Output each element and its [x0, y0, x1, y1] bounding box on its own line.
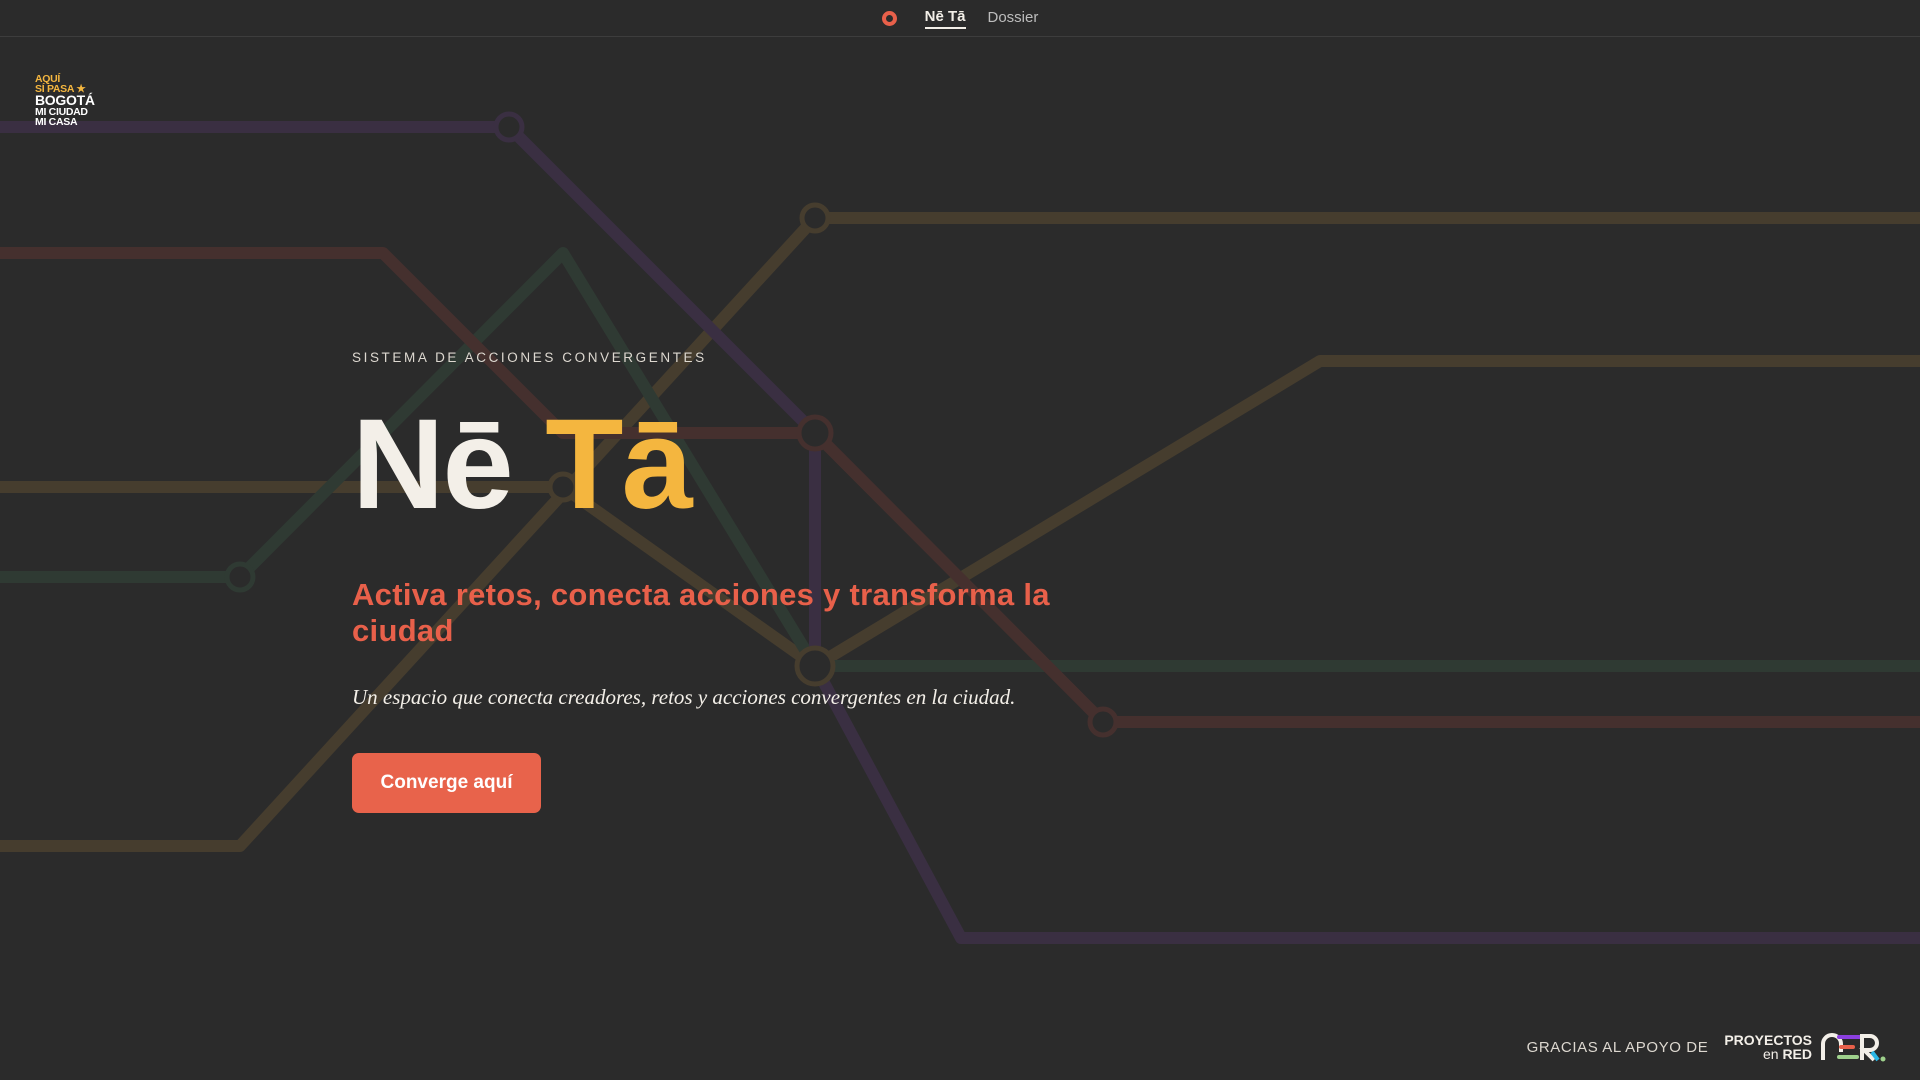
- partner-line-1: PROYECTOS: [1724, 1032, 1812, 1048]
- top-nav: Nē Tā Dossier: [0, 0, 1920, 37]
- thanks-label: GRACIAS AL APOYO DE: [1526, 1038, 1709, 1056]
- logo-text: MI CASA: [35, 116, 78, 128]
- description: Un espacio que conecta creadores, retos …: [352, 685, 1016, 709]
- per-mark-icon: [1821, 1033, 1886, 1062]
- station-node: [1087, 706, 1119, 738]
- nav-link-nete[interactable]: Nē Tā: [924, 8, 966, 29]
- station-node: [799, 202, 831, 234]
- brand-dot-icon[interactable]: [881, 10, 897, 26]
- converge-button[interactable]: Converge aquí: [352, 753, 541, 813]
- page-title: Nē Tā: [352, 401, 1072, 529]
- proyectos-en-red-logo[interactable]: PROYECTOS en RED: [1724, 1032, 1886, 1062]
- subtitle: Activa retos, conecta acciones y transfo…: [352, 577, 1050, 648]
- bogota-logo[interactable]: AQUÍ SÍ PASA ★ BOGOTÁ MI CIUDAD MI CASA: [35, 74, 95, 128]
- title-part-1: Nē: [352, 393, 514, 536]
- title-part-2: Tā: [545, 393, 692, 536]
- footer: GRACIAS AL APOYO DE PROYECTOS en RED: [1527, 1032, 1886, 1062]
- partner-line-2b: RED: [1782, 1046, 1812, 1062]
- partner-name: PROYECTOS en RED: [1724, 1033, 1812, 1061]
- station-node: [493, 111, 525, 143]
- nav-link-dossier[interactable]: Dossier: [988, 9, 1039, 28]
- hero-section: SISTEMA DE ACCIONES CONVERGENTES Nē Tā A…: [352, 350, 1072, 813]
- station-node: [224, 561, 256, 593]
- eyebrow: SISTEMA DE ACCIONES CONVERGENTES: [352, 350, 707, 365]
- partner-line-2a: en: [1762, 1046, 1779, 1062]
